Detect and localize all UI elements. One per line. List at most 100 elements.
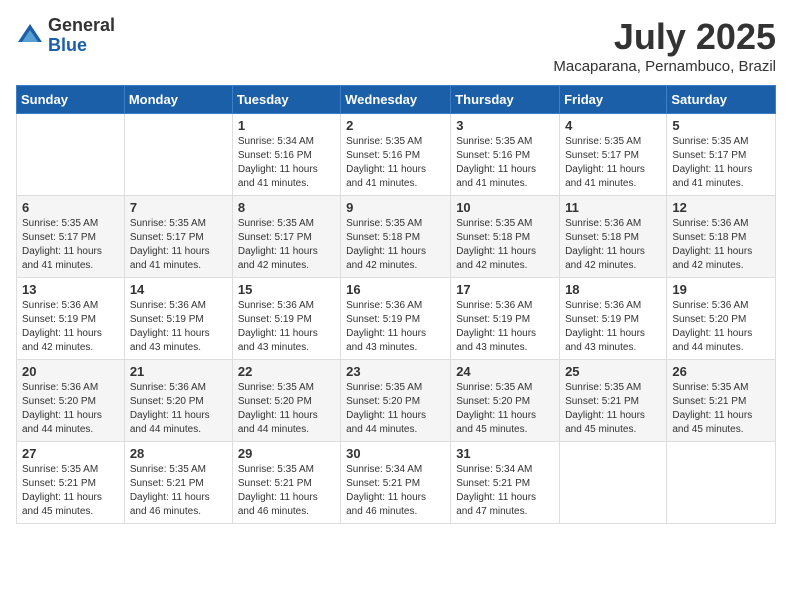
day-number: 3 bbox=[456, 118, 554, 133]
day-number: 11 bbox=[565, 200, 661, 215]
calendar-cell: 15Sunrise: 5:36 AM Sunset: 5:19 PM Dayli… bbox=[232, 278, 340, 360]
day-info: Sunrise: 5:35 AM Sunset: 5:18 PM Dayligh… bbox=[346, 217, 445, 273]
weekday-header-wednesday: Wednesday bbox=[341, 86, 451, 114]
calendar-week-3: 13Sunrise: 5:36 AM Sunset: 5:19 PM Dayli… bbox=[17, 278, 776, 360]
day-info: Sunrise: 5:34 AM Sunset: 5:21 PM Dayligh… bbox=[346, 463, 445, 519]
day-number: 9 bbox=[346, 200, 445, 215]
calendar-cell: 5Sunrise: 5:35 AM Sunset: 5:17 PM Daylig… bbox=[667, 114, 776, 196]
day-number: 28 bbox=[130, 446, 227, 461]
calendar-cell: 9 Sunrise: 5:35 AM Sunset: 5:18 PM Daylig… bbox=[341, 196, 451, 278]
day-number: 12 bbox=[672, 200, 770, 215]
calendar-cell: 8Sunrise: 5:35 AM Sunset: 5:17 PM Daylig… bbox=[232, 196, 340, 278]
day-info: Sunrise: 5:36 AM Sunset: 5:20 PM Dayligh… bbox=[22, 381, 119, 437]
day-number: 8 bbox=[238, 200, 335, 215]
weekday-header-sunday: Sunday bbox=[17, 86, 125, 114]
day-info: Sunrise: 5:35 AM Sunset: 5:21 PM Dayligh… bbox=[130, 463, 227, 519]
day-info: Sunrise: 5:36 AM Sunset: 5:19 PM Dayligh… bbox=[22, 299, 119, 355]
day-info: Sunrise: 5:35 AM Sunset: 5:16 PM Dayligh… bbox=[456, 135, 554, 191]
calendar-cell: 19 Sunrise: 5:36 AM Sunset: 5:20 PM Dayli… bbox=[667, 278, 776, 360]
day-number: 1 bbox=[238, 118, 335, 133]
month-title: July 2025 bbox=[553, 16, 776, 58]
page-header: General Blue July 2025 Macaparana, Perna… bbox=[16, 16, 776, 75]
calendar-cell: 18Sunrise: 5:36 AM Sunset: 5:19 PM Dayli… bbox=[560, 278, 667, 360]
calendar-cell: 24 Sunrise: 5:35 AM Sunset: 5:20 PM Dayli… bbox=[451, 360, 560, 442]
day-number: 6 bbox=[22, 200, 119, 215]
calendar-cell: 31 Sunrise: 5:34 AM Sunset: 5:21 PM Dayli… bbox=[451, 442, 560, 524]
day-number: 25 bbox=[565, 364, 661, 379]
day-number: 5 bbox=[672, 118, 770, 133]
day-info: Sunrise: 5:35 AM Sunset: 5:20 PM Dayligh… bbox=[238, 381, 335, 437]
calendar-cell: 29 Sunrise: 5:35 AM Sunset: 5:21 PM Dayli… bbox=[232, 442, 340, 524]
day-info: Sunrise: 5:36 AM Sunset: 5:20 PM Dayligh… bbox=[672, 299, 770, 355]
logo: General Blue bbox=[16, 16, 115, 56]
weekday-header-friday: Friday bbox=[560, 86, 667, 114]
day-number: 19 bbox=[672, 282, 770, 297]
day-info: Sunrise: 5:36 AM Sunset: 5:18 PM Dayligh… bbox=[565, 217, 661, 273]
day-info: Sunrise: 5:35 AM Sunset: 5:20 PM Dayligh… bbox=[456, 381, 554, 437]
day-info: Sunrise: 5:35 AM Sunset: 5:18 PM Dayligh… bbox=[456, 217, 554, 273]
calendar-cell: 25Sunrise: 5:35 AM Sunset: 5:21 PM Dayli… bbox=[560, 360, 667, 442]
calendar-cell: 13Sunrise: 5:36 AM Sunset: 5:19 PM Dayli… bbox=[17, 278, 125, 360]
calendar-cell: 14 Sunrise: 5:36 AM Sunset: 5:19 PM Dayli… bbox=[124, 278, 232, 360]
calendar-header-row: SundayMondayTuesdayWednesdayThursdayFrid… bbox=[17, 86, 776, 114]
day-number: 22 bbox=[238, 364, 335, 379]
calendar-week-5: 27 Sunrise: 5:35 AM Sunset: 5:21 PM Dayli… bbox=[17, 442, 776, 524]
calendar-week-1: 1 Sunrise: 5:34 AM Sunset: 5:16 PM Daylig… bbox=[17, 114, 776, 196]
weekday-header-saturday: Saturday bbox=[667, 86, 776, 114]
day-number: 31 bbox=[456, 446, 554, 461]
calendar-week-4: 20Sunrise: 5:36 AM Sunset: 5:20 PM Dayli… bbox=[17, 360, 776, 442]
calendar-cell: 1 Sunrise: 5:34 AM Sunset: 5:16 PM Daylig… bbox=[232, 114, 340, 196]
calendar-cell: 20Sunrise: 5:36 AM Sunset: 5:20 PM Dayli… bbox=[17, 360, 125, 442]
weekday-header-thursday: Thursday bbox=[451, 86, 560, 114]
calendar-cell: 28 Sunrise: 5:35 AM Sunset: 5:21 PM Dayli… bbox=[124, 442, 232, 524]
day-info: Sunrise: 5:35 AM Sunset: 5:21 PM Dayligh… bbox=[238, 463, 335, 519]
calendar-cell bbox=[667, 442, 776, 524]
day-info: Sunrise: 5:35 AM Sunset: 5:20 PM Dayligh… bbox=[346, 381, 445, 437]
calendar-cell: 22 Sunrise: 5:35 AM Sunset: 5:20 PM Dayli… bbox=[232, 360, 340, 442]
weekday-header-monday: Monday bbox=[124, 86, 232, 114]
calendar-cell: 11 Sunrise: 5:36 AM Sunset: 5:18 PM Dayli… bbox=[560, 196, 667, 278]
calendar-cell bbox=[17, 114, 125, 196]
day-number: 14 bbox=[130, 282, 227, 297]
calendar-cell: 2 Sunrise: 5:35 AM Sunset: 5:16 PM Daylig… bbox=[341, 114, 451, 196]
logo-icon bbox=[16, 22, 44, 50]
calendar-cell: 12 Sunrise: 5:36 AM Sunset: 5:18 PM Dayli… bbox=[667, 196, 776, 278]
day-number: 2 bbox=[346, 118, 445, 133]
calendar-cell bbox=[124, 114, 232, 196]
calendar-cell: 26 Sunrise: 5:35 AM Sunset: 5:21 PM Dayli… bbox=[667, 360, 776, 442]
weekday-header-tuesday: Tuesday bbox=[232, 86, 340, 114]
calendar-cell: 30Sunrise: 5:34 AM Sunset: 5:21 PM Dayli… bbox=[341, 442, 451, 524]
day-info: Sunrise: 5:34 AM Sunset: 5:21 PM Dayligh… bbox=[456, 463, 554, 519]
day-info: Sunrise: 5:36 AM Sunset: 5:18 PM Dayligh… bbox=[672, 217, 770, 273]
day-number: 4 bbox=[565, 118, 661, 133]
day-number: 29 bbox=[238, 446, 335, 461]
calendar-cell: 27Sunrise: 5:35 AM Sunset: 5:21 PM Dayli… bbox=[17, 442, 125, 524]
day-info: Sunrise: 5:36 AM Sunset: 5:19 PM Dayligh… bbox=[130, 299, 227, 355]
day-number: 18 bbox=[565, 282, 661, 297]
title-area: July 2025 Macaparana, Pernambuco, Brazil bbox=[553, 16, 776, 75]
calendar-cell: 10Sunrise: 5:35 AM Sunset: 5:18 PM Dayli… bbox=[451, 196, 560, 278]
calendar-cell: 6 Sunrise: 5:35 AM Sunset: 5:17 PM Daylig… bbox=[17, 196, 125, 278]
logo-general: General bbox=[48, 16, 115, 36]
day-number: 26 bbox=[672, 364, 770, 379]
calendar-table: SundayMondayTuesdayWednesdayThursdayFrid… bbox=[16, 85, 776, 524]
calendar-cell: 23Sunrise: 5:35 AM Sunset: 5:20 PM Dayli… bbox=[341, 360, 451, 442]
day-info: Sunrise: 5:36 AM Sunset: 5:20 PM Dayligh… bbox=[130, 381, 227, 437]
day-number: 15 bbox=[238, 282, 335, 297]
calendar-cell: 4 Sunrise: 5:35 AM Sunset: 5:17 PM Daylig… bbox=[560, 114, 667, 196]
calendar-cell: 16Sunrise: 5:36 AM Sunset: 5:19 PM Dayli… bbox=[341, 278, 451, 360]
day-info: Sunrise: 5:35 AM Sunset: 5:17 PM Dayligh… bbox=[22, 217, 119, 273]
day-info: Sunrise: 5:35 AM Sunset: 5:16 PM Dayligh… bbox=[346, 135, 445, 191]
location: Macaparana, Pernambuco, Brazil bbox=[553, 58, 776, 75]
calendar-cell: 7Sunrise: 5:35 AM Sunset: 5:17 PM Daylig… bbox=[124, 196, 232, 278]
day-info: Sunrise: 5:35 AM Sunset: 5:21 PM Dayligh… bbox=[672, 381, 770, 437]
calendar-cell: 3 Sunrise: 5:35 AM Sunset: 5:16 PM Daylig… bbox=[451, 114, 560, 196]
day-info: Sunrise: 5:35 AM Sunset: 5:17 PM Dayligh… bbox=[565, 135, 661, 191]
day-number: 27 bbox=[22, 446, 119, 461]
day-info: Sunrise: 5:36 AM Sunset: 5:19 PM Dayligh… bbox=[456, 299, 554, 355]
calendar-cell bbox=[560, 442, 667, 524]
calendar-cell: 21Sunrise: 5:36 AM Sunset: 5:20 PM Dayli… bbox=[124, 360, 232, 442]
day-number: 24 bbox=[456, 364, 554, 379]
day-info: Sunrise: 5:34 AM Sunset: 5:16 PM Dayligh… bbox=[238, 135, 335, 191]
calendar-week-2: 6 Sunrise: 5:35 AM Sunset: 5:17 PM Daylig… bbox=[17, 196, 776, 278]
